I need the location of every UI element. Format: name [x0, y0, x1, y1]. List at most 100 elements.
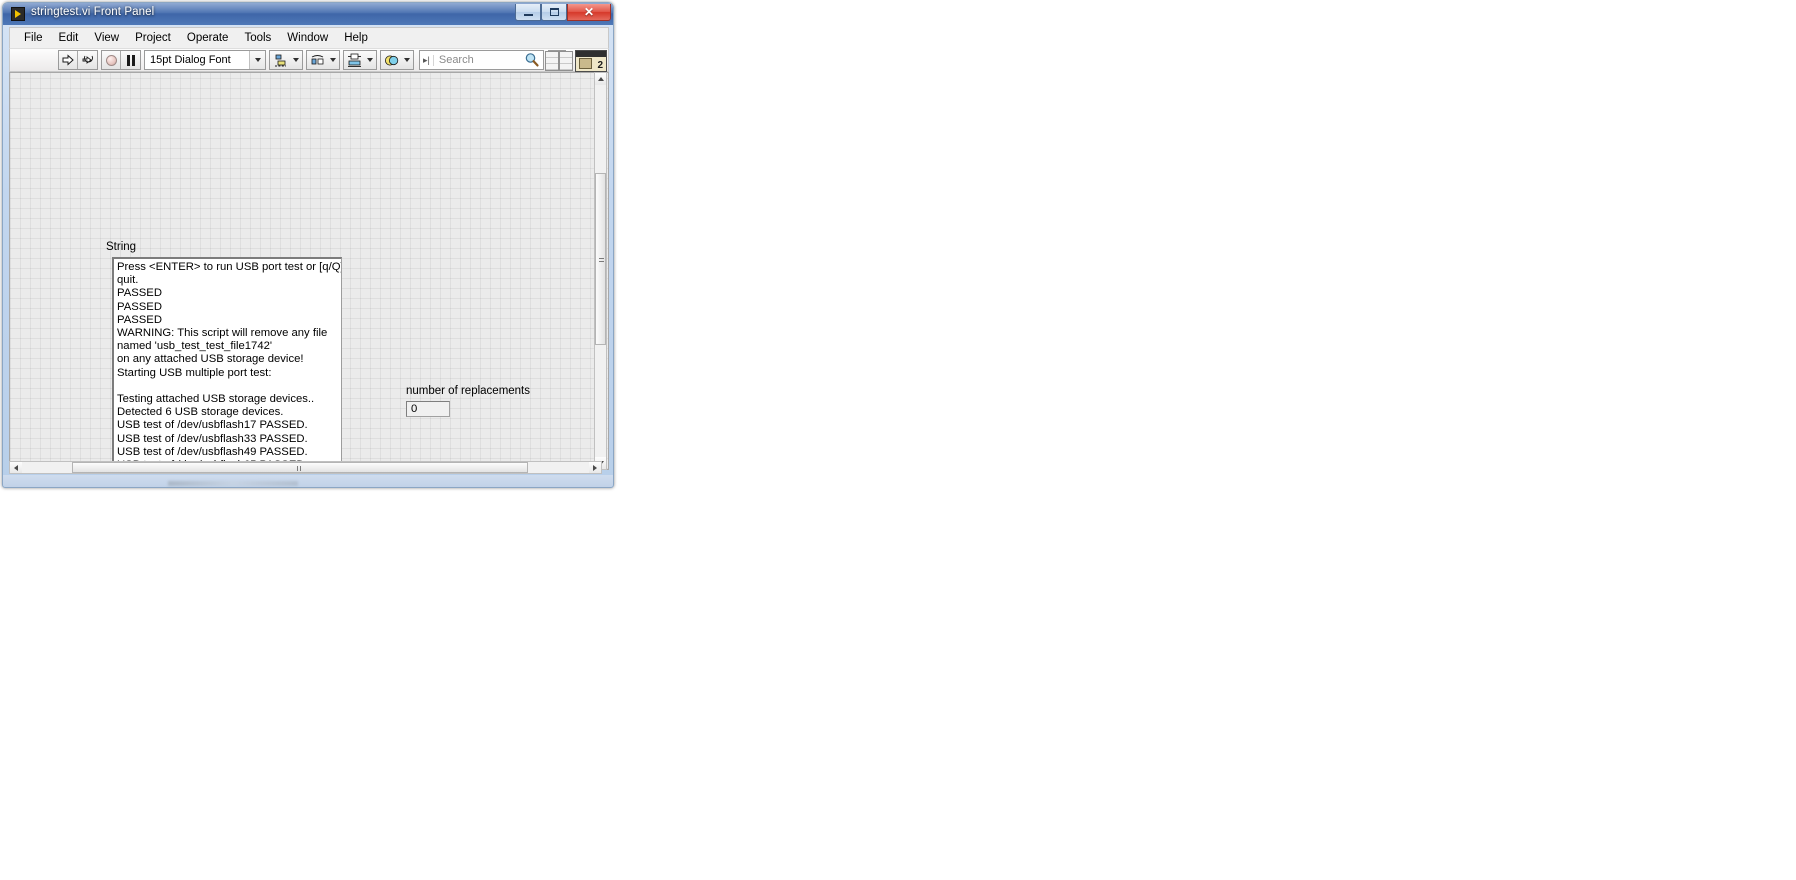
- menu-item-project[interactable]: Project: [127, 30, 179, 46]
- connector-pane-icon-2[interactable]: [559, 51, 573, 71]
- labview-vi-icon: [11, 7, 25, 21]
- menu-item-operate[interactable]: Operate: [179, 30, 237, 46]
- resize-objects-icon: [347, 53, 361, 67]
- string-control-line: USB test of /dev/usbflash33 PASSED.: [117, 432, 308, 445]
- close-button[interactable]: ✕: [567, 4, 611, 21]
- search-scope-icon[interactable]: ▸|: [420, 54, 434, 66]
- scroll-right-icon: [593, 464, 597, 471]
- string-control-label: String: [106, 241, 137, 253]
- resize-objects-button[interactable]: [344, 51, 364, 69]
- connector-pane-icon[interactable]: [545, 51, 559, 71]
- distribute-objects-control[interactable]: [306, 50, 340, 70]
- string-control-line: [117, 380, 338, 393]
- labview-front-panel-window: stringtest.vi Front Panel ✕ File Edit Vi…: [2, 2, 614, 488]
- string-control-line: named 'usb_test_test_file1742': [117, 340, 273, 353]
- status-blur-strip: [168, 481, 298, 486]
- scroll-left-button[interactable]: [10, 462, 22, 473]
- font-selector-dropdown-button[interactable]: [249, 51, 265, 69]
- align-objects-button[interactable]: [270, 51, 290, 69]
- run-controls-group: [58, 50, 98, 70]
- reorder-objects-dropdown-button[interactable]: [401, 51, 413, 69]
- horizontal-scrollbar[interactable]: [9, 461, 602, 474]
- chevron-down-icon: [254, 58, 261, 62]
- close-icon: ✕: [583, 5, 595, 19]
- scroll-grip-icon: [297, 466, 303, 471]
- string-control-line: USB test of /dev/usbflash17 PASSED.: [117, 419, 308, 432]
- minimize-button[interactable]: [515, 4, 541, 21]
- maximize-icon: [549, 8, 559, 16]
- window-title: stringtest.vi Front Panel: [31, 6, 155, 18]
- run-button[interactable]: [59, 51, 78, 69]
- vi-icon-header: [576, 51, 606, 57]
- window-bottom-strip: [3, 475, 613, 487]
- string-control-line: quit.: [117, 274, 139, 287]
- chevron-down-icon: [330, 58, 336, 62]
- menu-item-window[interactable]: Window: [279, 30, 336, 46]
- string-control-line: Starting USB multiple port test:: [117, 366, 272, 379]
- menu-item-edit[interactable]: Edit: [51, 30, 87, 46]
- string-control-line: WARNING: This script will remove any fil…: [117, 327, 328, 340]
- align-objects-dropdown-button[interactable]: [290, 51, 302, 69]
- vertical-scrollbar[interactable]: [594, 72, 607, 470]
- scroll-grip-icon: [599, 256, 604, 262]
- search-icon[interactable]: [524, 52, 540, 68]
- menu-item-view[interactable]: View: [86, 30, 127, 46]
- vi-icon-badge: 2: [597, 60, 603, 71]
- numeric-indicator-value[interactable]: 0: [406, 401, 450, 417]
- window-title-bar[interactable]: stringtest.vi Front Panel ✕: [3, 3, 613, 25]
- scroll-left-icon: [14, 464, 18, 471]
- string-control-line: Testing attached USB storage devices..: [117, 393, 315, 406]
- string-control-line: USB test of /dev/usbflash49 PASSED.: [117, 445, 308, 458]
- vertical-scroll-thumb[interactable]: [595, 173, 606, 345]
- font-selector-value: 15pt Dialog Font: [150, 54, 231, 66]
- font-selector[interactable]: 15pt Dialog Font: [144, 50, 266, 70]
- run-arrow-icon: [62, 54, 74, 66]
- front-panel-canvas[interactable]: String Press <ENTER> to run USB port tes…: [9, 72, 609, 470]
- search-field[interactable]: ▸| Search: [419, 50, 544, 70]
- vi-icon-graphic: [579, 58, 592, 69]
- reorder-objects-icon: [384, 55, 398, 65]
- maximize-button[interactable]: [541, 4, 567, 21]
- chevron-down-icon: [367, 58, 373, 62]
- string-control-line: PASSED: [117, 313, 162, 326]
- distribute-objects-icon: [311, 54, 323, 64]
- string-control-line: PASSED: [117, 300, 162, 313]
- menu-item-tools[interactable]: Tools: [236, 30, 279, 46]
- minimize-icon: [523, 14, 533, 16]
- menu-item-help[interactable]: Help: [336, 30, 376, 46]
- reorder-objects-control[interactable]: [380, 50, 414, 70]
- scroll-right-button[interactable]: [589, 462, 601, 473]
- pause-button[interactable]: [121, 51, 140, 69]
- scroll-up-icon: [597, 77, 604, 81]
- string-control-line: Detected 6 USB storage devices.: [117, 406, 284, 419]
- distribute-objects-button[interactable]: [307, 51, 327, 69]
- horizontal-scroll-thumb[interactable]: [72, 462, 528, 473]
- execution-controls-group: [101, 50, 141, 70]
- numeric-indicator-label: number of replacements: [406, 385, 531, 397]
- align-objects-control[interactable]: [269, 50, 303, 70]
- distribute-objects-dropdown-button[interactable]: [327, 51, 339, 69]
- reorder-objects-button[interactable]: [381, 51, 401, 69]
- abort-execution-button[interactable]: [102, 51, 121, 69]
- scroll-up-button[interactable]: [595, 73, 606, 85]
- run-continuously-icon: [82, 55, 93, 64]
- string-control-line: PASSED: [117, 287, 162, 300]
- string-control-line: on any attached USB storage device!: [117, 353, 304, 366]
- vi-thumbnail-icon[interactable]: 2: [575, 50, 607, 72]
- resize-objects-control[interactable]: [343, 50, 377, 70]
- search-placeholder: Search: [438, 54, 474, 66]
- align-objects-icon: [274, 54, 286, 66]
- resize-objects-dropdown-button[interactable]: [364, 51, 376, 69]
- run-continuously-button[interactable]: [78, 51, 97, 69]
- toolbar: 15pt Dialog Font ▸| Search 2: [9, 48, 609, 72]
- chevron-down-icon: [293, 58, 299, 62]
- window-controls: ✕: [515, 4, 611, 21]
- menu-item-file[interactable]: File: [16, 30, 51, 46]
- string-control-line: Press <ENTER> to run USB port test or [q…: [117, 261, 342, 273]
- vi-icon-area: 2: [545, 49, 607, 73]
- chevron-down-icon: [404, 58, 410, 62]
- string-control[interactable]: Press <ENTER> to run USB port test or [q…: [112, 257, 342, 469]
- menu-bar: File Edit View Project Operate Tools Win…: [9, 27, 609, 48]
- abort-execution-icon: [105, 54, 117, 66]
- pause-icon: [126, 54, 135, 66]
